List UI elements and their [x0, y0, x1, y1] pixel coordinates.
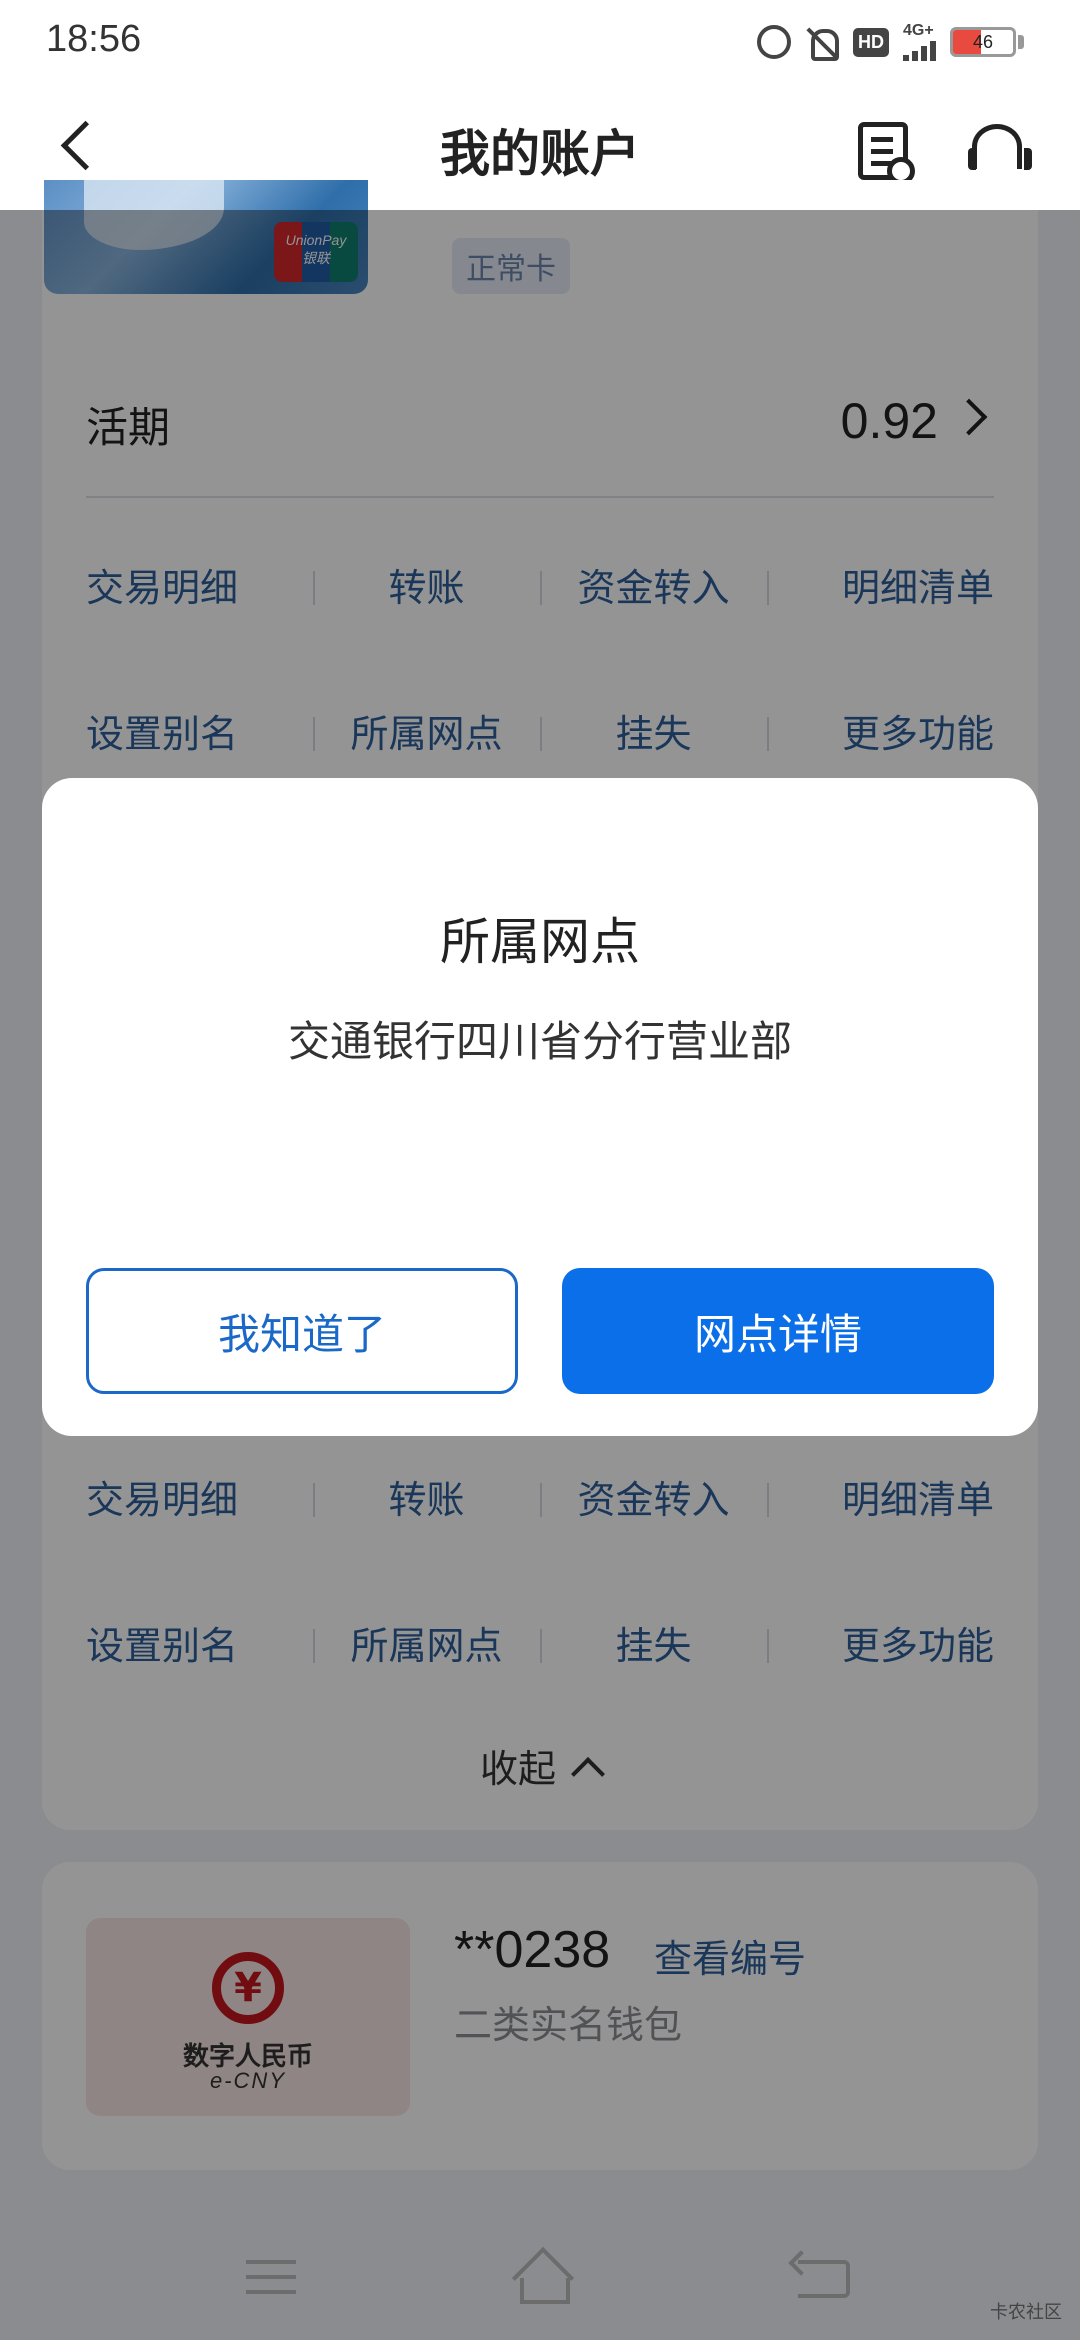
battery-icon: 46: [950, 27, 1016, 57]
status-icons: HD 4G+ 46: [757, 22, 1024, 62]
status-time: 18:56: [46, 18, 142, 60]
page-title: 我的账户: [440, 125, 640, 183]
dialog-title: 所属网点: [440, 913, 640, 971]
branch-dialog: 所属网点 交通银行四川省分行营业部 我知道了 网点详情: [42, 778, 1038, 1436]
network-type: 4G+: [903, 22, 934, 39]
got-it-button[interactable]: 我知道了: [86, 1268, 518, 1394]
dialog-message: 交通银行四川省分行营业部: [287, 1017, 792, 1066]
mute-icon: [805, 25, 839, 61]
branch-details-button[interactable]: 网点详情: [562, 1268, 994, 1394]
statement-search-icon[interactable]: [858, 122, 915, 185]
hd-icon: HD: [853, 27, 889, 57]
signal-icon: 4G+: [903, 23, 936, 61]
customer-service-icon[interactable]: [968, 124, 1032, 180]
status-bar: 18:56 HD 4G+ 46: [0, 0, 1080, 84]
alarm-icon: [757, 25, 791, 59]
battery-level: 46: [972, 32, 994, 52]
